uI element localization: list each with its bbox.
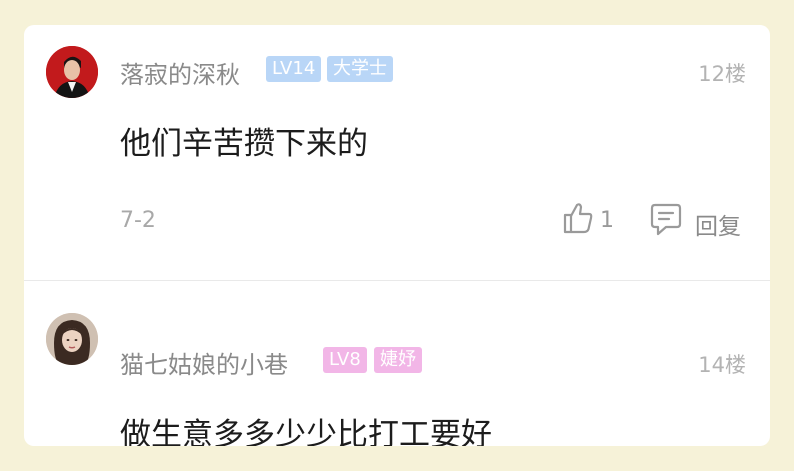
comment-item-12: 落寂的深秋 LV14 大学士 12楼 他们辛苦攒下来的 7-2 1 回复 [24,25,770,280]
comment-icon [650,203,682,236]
title-badge: 婕妤 [374,347,422,373]
username[interactable]: 猫七姑娘的小巷 [120,345,288,380]
comment-date: 7-2 [120,208,156,233]
floor-number: 12楼 [698,62,746,86]
reply-button[interactable]: 回复 [650,201,750,240]
username[interactable]: 落寂的深秋 [120,55,240,90]
comment-content: 他们辛苦攒下来的 [120,126,368,162]
thumbs-up-icon [563,203,593,234]
comment-card: 落寂的深秋 LV14 大学士 12楼 他们辛苦攒下来的 7-2 1 回复 猫七姑… [24,25,770,446]
comment-content: 做生意多多少少比打工要好 [120,417,492,446]
avatar[interactable] [46,46,98,98]
avatar-image [46,46,98,98]
level-badge: LV14 [266,56,322,82]
reply-label: 回复 [695,214,741,240]
title-badge: 大学士 [327,56,393,82]
like-button[interactable]: 1 [563,201,631,239]
level-badge: LV8 [323,347,367,373]
avatar-image [46,313,98,365]
floor-number: 14楼 [698,353,746,377]
comment-item-14: 猫七姑娘的小巷 LV8 婕妤 14楼 做生意多多少少比打工要好 [24,281,770,446]
like-count: 1 [600,208,614,233]
avatar[interactable] [46,313,98,365]
